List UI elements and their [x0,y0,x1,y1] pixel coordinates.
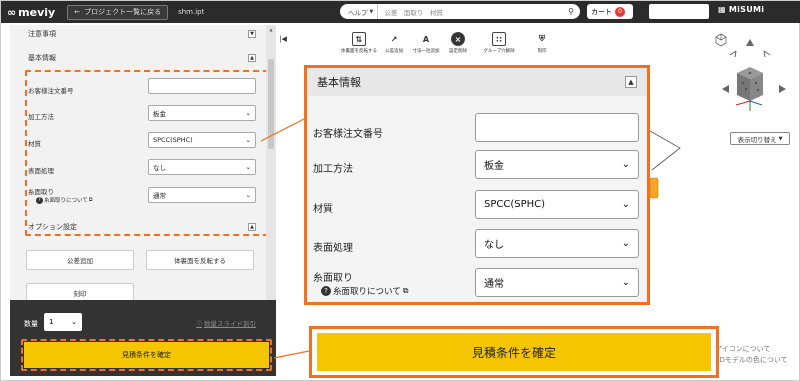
misumi-logo[interactable]: ▦ MiSUMi [718,5,764,14]
top-bar: ∞ meviy ← プロジェクト一覧に戻る shm.ipt ヘルプ ▼ 公差 面… [1,1,800,23]
external-link-icon: ⧉ [402,286,409,295]
chevron-down-icon: ⌄ [621,277,630,288]
zoom-chamfer-select[interactable]: 通常 ⌄ [475,268,639,297]
flip-icon: ⇅ [352,32,366,46]
icon-info-link[interactable]: アイコンについて 3Dモデルの色について [715,344,788,366]
chevron-down-icon: ▼ [778,135,783,142]
collapse-icon[interactable]: ▲ [248,54,256,62]
arrow-left-icon: ← [74,8,81,16]
file-name: shm.ipt [178,8,205,16]
group-holes-icon: ∷ [492,32,506,46]
collapse-panel-icon[interactable]: |◀ [277,33,289,45]
tool-tolerance[interactable]: ↗ 公差追加 [381,32,407,55]
cart-button[interactable]: カート 0 [587,4,633,19]
zoom-label-material: 材質 [313,204,333,215]
question-icon: ? [321,286,331,296]
ruler-icon: ↗ [390,34,398,44]
quantity-discount-link[interactable]: ⓘ 数量スライド割引 [196,318,256,328]
chevron-down-icon: ⌄ [71,318,77,326]
meviy-logo[interactable]: ∞ meviy [7,6,55,19]
highlight-basic-info [25,70,269,236]
meviy-logo-icon: ∞ [7,5,17,19]
quantity-select[interactable]: 1 ⌄ [44,313,82,331]
search-icon[interactable]: ⚲ [568,7,580,16]
tool-group-holes[interactable]: ∷ グループ穴解除 [479,32,519,54]
delete-icon: × [451,32,465,46]
scroll-up-icon[interactable]: ▲ [266,25,276,33]
left-panel-scrollbar[interactable]: ▲ [266,25,276,300]
zoom-section-header[interactable]: 基本情報 ▲ [307,68,647,96]
notes-section-header[interactable]: 注意事項 ▼ [10,26,266,42]
basic-section-header[interactable]: 基本情報 ▲ [10,50,266,66]
zoom-surface-select[interactable]: なし ⌄ [475,229,639,258]
bottom-bar: 数量 1 ⌄ ⓘ 数量スライド割引 見積条件を確定 [10,300,276,376]
expand-icon[interactable]: ▼ [248,30,256,38]
back-to-projects-button[interactable]: ← プロジェクト一覧に戻る [67,4,169,20]
tool-delete-settings[interactable]: × 設定削除 [445,32,471,54]
back-button-label: プロジェクト一覧に戻る [84,8,162,16]
zoom-chamfer-help-link[interactable]: ? 糸面取りについて ⧉ [321,285,408,297]
zoomed-confirm-callout: 見積条件を確定 [309,326,719,378]
view-switch-dropdown[interactable]: 表示切り替え ▼ [730,132,790,145]
help-label: ヘルプ [348,8,368,17]
zoom-label-chamfer: 糸面取り [313,273,353,284]
cart-label: カート [591,7,612,16]
misumi-mark-icon: ▦ [718,5,726,14]
help-icon: ⓘ [196,320,203,328]
scroll-thumb[interactable] [268,59,274,149]
search-bar[interactable]: ヘルプ ▼ 公差 面取り 材質 ⚲ [340,4,580,19]
zoom-material-select[interactable]: SPCC(SPHC) ⌄ [475,190,639,219]
zoom-label-process: 加工方法 [313,164,353,175]
tool-stamp[interactable]: ⛨ 刻印 [529,32,555,54]
chevron-down-icon: ⌄ [621,199,630,210]
add-tolerance-button[interactable]: 公差追加 [26,250,134,270]
zoom-process-select[interactable]: 板金 ⌄ [475,150,639,179]
quantity-label: 数量 [24,320,38,328]
zoom-order-number-input[interactable] [475,113,639,142]
collapse-icon[interactable]: ▲ [625,76,637,88]
help-dropdown[interactable]: ヘルプ ▼ [340,4,379,19]
tool-dimension[interactable]: A 寸法一括追加 [409,32,443,55]
basic-title: 基本情報 [28,54,56,62]
3d-model-fragment [650,130,681,199]
left-panel: 注意事項 ▼ 基本情報 ▲ お客様注文番号 加工方法 板金 ⌄ 材質 SPCC(S… [10,25,276,303]
zoom-label-order-no: お客様注文番号 [313,129,383,140]
chevron-down-icon: ⌄ [621,159,630,170]
view-cube-icon[interactable] [706,31,796,131]
logo-text: meviy [18,5,56,19]
user-menu[interactable] [649,4,709,19]
zoom-label-surface: 表面処理 [313,243,353,254]
zoomed-basic-info-callout: 基本情報 ▲ お客様注文番号 加工方法 板金 ⌄ 材質 SPCC(SPHC) ⌄ 表… [304,65,650,305]
notes-title: 注意事項 [28,30,56,38]
flip-face-button[interactable]: 体裏面を反転する [146,250,254,270]
brand-text: MiSUMi [728,5,765,14]
zoom-confirm-quote-button[interactable]: 見積条件を確定 [317,333,711,371]
zoom-title: 基本情報 [317,76,361,89]
chevron-down-icon: ⌄ [621,238,630,249]
stamp-icon: ⛨ [539,34,545,43]
confirm-quote-button[interactable]: 見積条件を確定 [24,342,269,368]
cart-count-badge: 0 [615,6,625,17]
search-input[interactable]: 公差 面取り 材質 [378,7,568,17]
text-a-icon: A [422,34,430,44]
chevron-down-icon: ▼ [369,8,374,15]
tool-flip[interactable]: ⇅ 体裏面を反転する [339,32,379,54]
